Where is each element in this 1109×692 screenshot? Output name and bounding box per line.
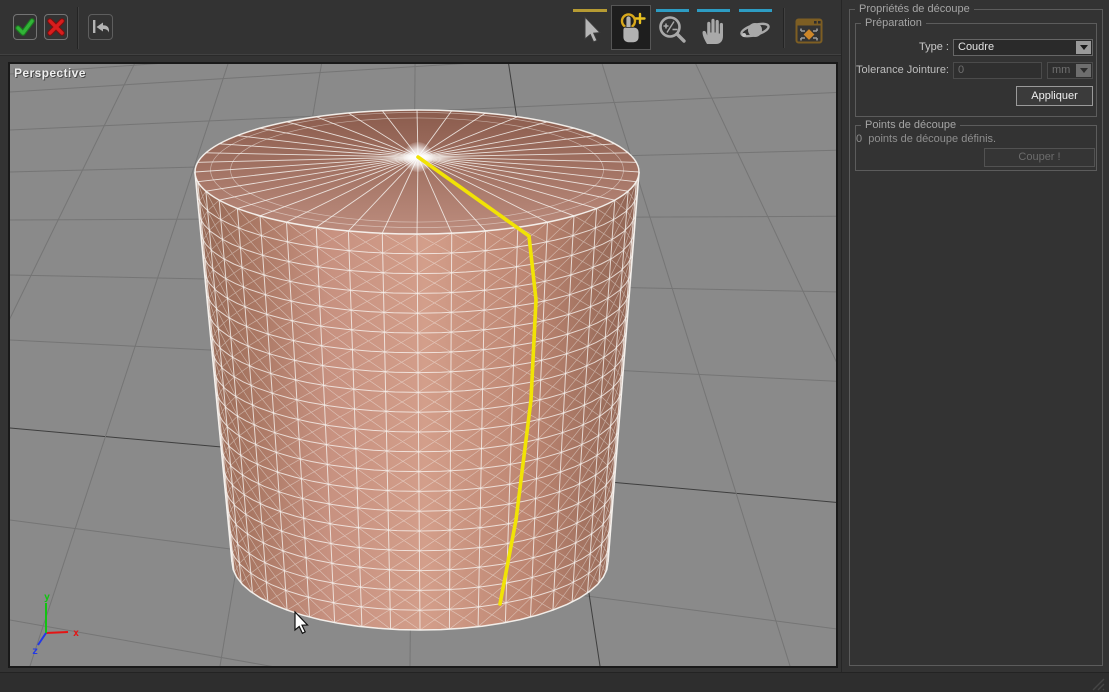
axis-label-x: x: [73, 628, 79, 639]
toolbar-groove: [0, 55, 841, 56]
return-arrow-icon: [90, 17, 112, 37]
frame-diamond-icon: [794, 16, 824, 46]
resize-grip[interactable]: [1089, 675, 1107, 691]
viewport-label: Perspective: [14, 66, 86, 80]
status-bar: [0, 672, 1109, 692]
saturn-icon: [738, 14, 772, 46]
points-count-text: points de découpe définis.: [868, 133, 996, 145]
axis-label-y: y: [44, 592, 50, 603]
apply-button[interactable]: Appliquer: [1016, 86, 1093, 106]
points-count-line: 0 points de découpe définis.: [856, 131, 996, 148]
cancel-button[interactable]: [44, 14, 68, 40]
select-tool[interactable]: [575, 12, 609, 48]
unit-dropdown-value: mm: [1052, 64, 1070, 76]
group-title: Propriétés de découpe: [855, 2, 974, 16]
group-title: Points de découpe: [861, 118, 960, 132]
chevron-down-icon[interactable]: [1076, 41, 1091, 54]
points-count: 0: [856, 133, 862, 145]
cut-button[interactable]: Couper !: [984, 148, 1095, 167]
axis-gizmo: x y z: [32, 592, 79, 657]
hand-icon: [697, 14, 729, 46]
check-icon: [14, 16, 36, 38]
tolerance-input[interactable]: 0: [953, 62, 1042, 79]
magnifier-icon: [656, 14, 688, 46]
cylinder-mesh[interactable]: [195, 110, 639, 630]
viewport[interactable]: x y z Perspective: [8, 62, 838, 668]
pan-tool[interactable]: [696, 12, 730, 48]
chevron-down-icon[interactable]: [1076, 64, 1091, 77]
frame-view-tool[interactable]: [792, 13, 826, 49]
type-dropdown-value: Coudre: [958, 41, 994, 53]
reset-view-button[interactable]: [88, 14, 113, 40]
zoom-tool[interactable]: [655, 12, 689, 48]
x-icon: [45, 16, 67, 38]
unit-dropdown[interactable]: mm: [1047, 62, 1093, 79]
axis-label-z: z: [32, 646, 38, 657]
type-label: Type :: [855, 39, 949, 56]
type-dropdown[interactable]: Coudre: [953, 39, 1093, 56]
viewport-canvas[interactable]: x y z: [10, 64, 836, 666]
orbit-tool[interactable]: [738, 12, 772, 48]
properties-panel: Propriétés de découpe Préparation Type :…: [841, 0, 1109, 672]
confirm-button[interactable]: [13, 14, 37, 40]
tolerance-label: Tolerance Jointure:: [852, 62, 949, 79]
group-title: Préparation: [861, 16, 926, 30]
top-toolbar: [0, 0, 841, 56]
toolbar-separator: [783, 8, 785, 48]
cursor-icon: [580, 15, 604, 45]
pick-add-tool[interactable]: [611, 5, 651, 50]
toolbar-separator: [77, 7, 79, 49]
tap-plus-icon: [615, 9, 647, 47]
